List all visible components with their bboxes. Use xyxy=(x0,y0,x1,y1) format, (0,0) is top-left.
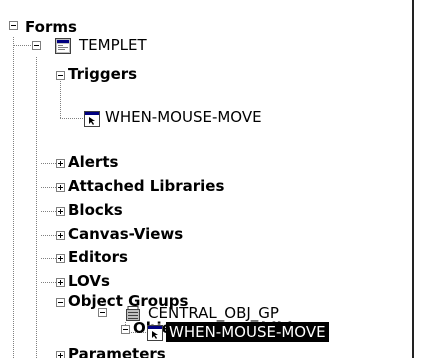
tree-node-when-mouse-move-selected[interactable]: WHEN-MOUSE-MOVE xyxy=(166,322,329,342)
tree-node-when-mouse-move[interactable]: WHEN-MOUSE-MOVE xyxy=(105,107,262,127)
collapse-toggle-object-group-children[interactable] xyxy=(121,325,130,334)
expand-toggle-attached-libraries[interactable] xyxy=(56,183,65,192)
tree-node-editors[interactable]: Editors xyxy=(68,247,128,267)
tree-node-alerts[interactable]: Alerts xyxy=(68,152,118,172)
expand-toggle-alerts[interactable] xyxy=(56,159,65,168)
expand-toggle-parameters[interactable] xyxy=(56,351,65,358)
expand-toggle-canvas-views[interactable] xyxy=(56,231,65,240)
tree-node-lovs[interactable]: LOVs xyxy=(68,271,110,291)
trigger-icon xyxy=(84,111,100,127)
tree-node-templet[interactable]: TEMPLET xyxy=(79,35,147,55)
form-module-icon xyxy=(55,38,71,54)
tree-node-blocks[interactable]: Blocks xyxy=(68,200,123,220)
tree-node-triggers[interactable]: Triggers xyxy=(68,64,137,84)
expand-toggle-editors[interactable] xyxy=(56,254,65,263)
tree-node-canvas-views[interactable]: Canvas-Views xyxy=(68,224,183,244)
scroll-area[interactable] xyxy=(412,0,430,358)
expand-toggle-lovs[interactable] xyxy=(56,278,65,287)
collapse-toggle-forms[interactable] xyxy=(9,21,18,30)
collapse-toggle-triggers[interactable] xyxy=(56,71,65,80)
object-navigator-tree[interactable]: Forms TEMPLET Triggers WHEN-MOUSE-MOVE A… xyxy=(0,0,412,358)
collapse-toggle-templet[interactable] xyxy=(32,41,41,50)
tree-node-attached-libraries[interactable]: Attached Libraries xyxy=(68,176,224,196)
scroll-divider xyxy=(412,0,414,358)
tree-node-forms[interactable]: Forms xyxy=(25,17,77,37)
collapse-toggle-central-obj-gp[interactable] xyxy=(98,308,107,317)
expand-toggle-blocks[interactable] xyxy=(56,207,65,216)
tree-node-parameters[interactable]: Parameters xyxy=(68,344,166,358)
collapse-toggle-object-groups[interactable] xyxy=(56,298,65,307)
trigger-icon xyxy=(147,325,163,341)
